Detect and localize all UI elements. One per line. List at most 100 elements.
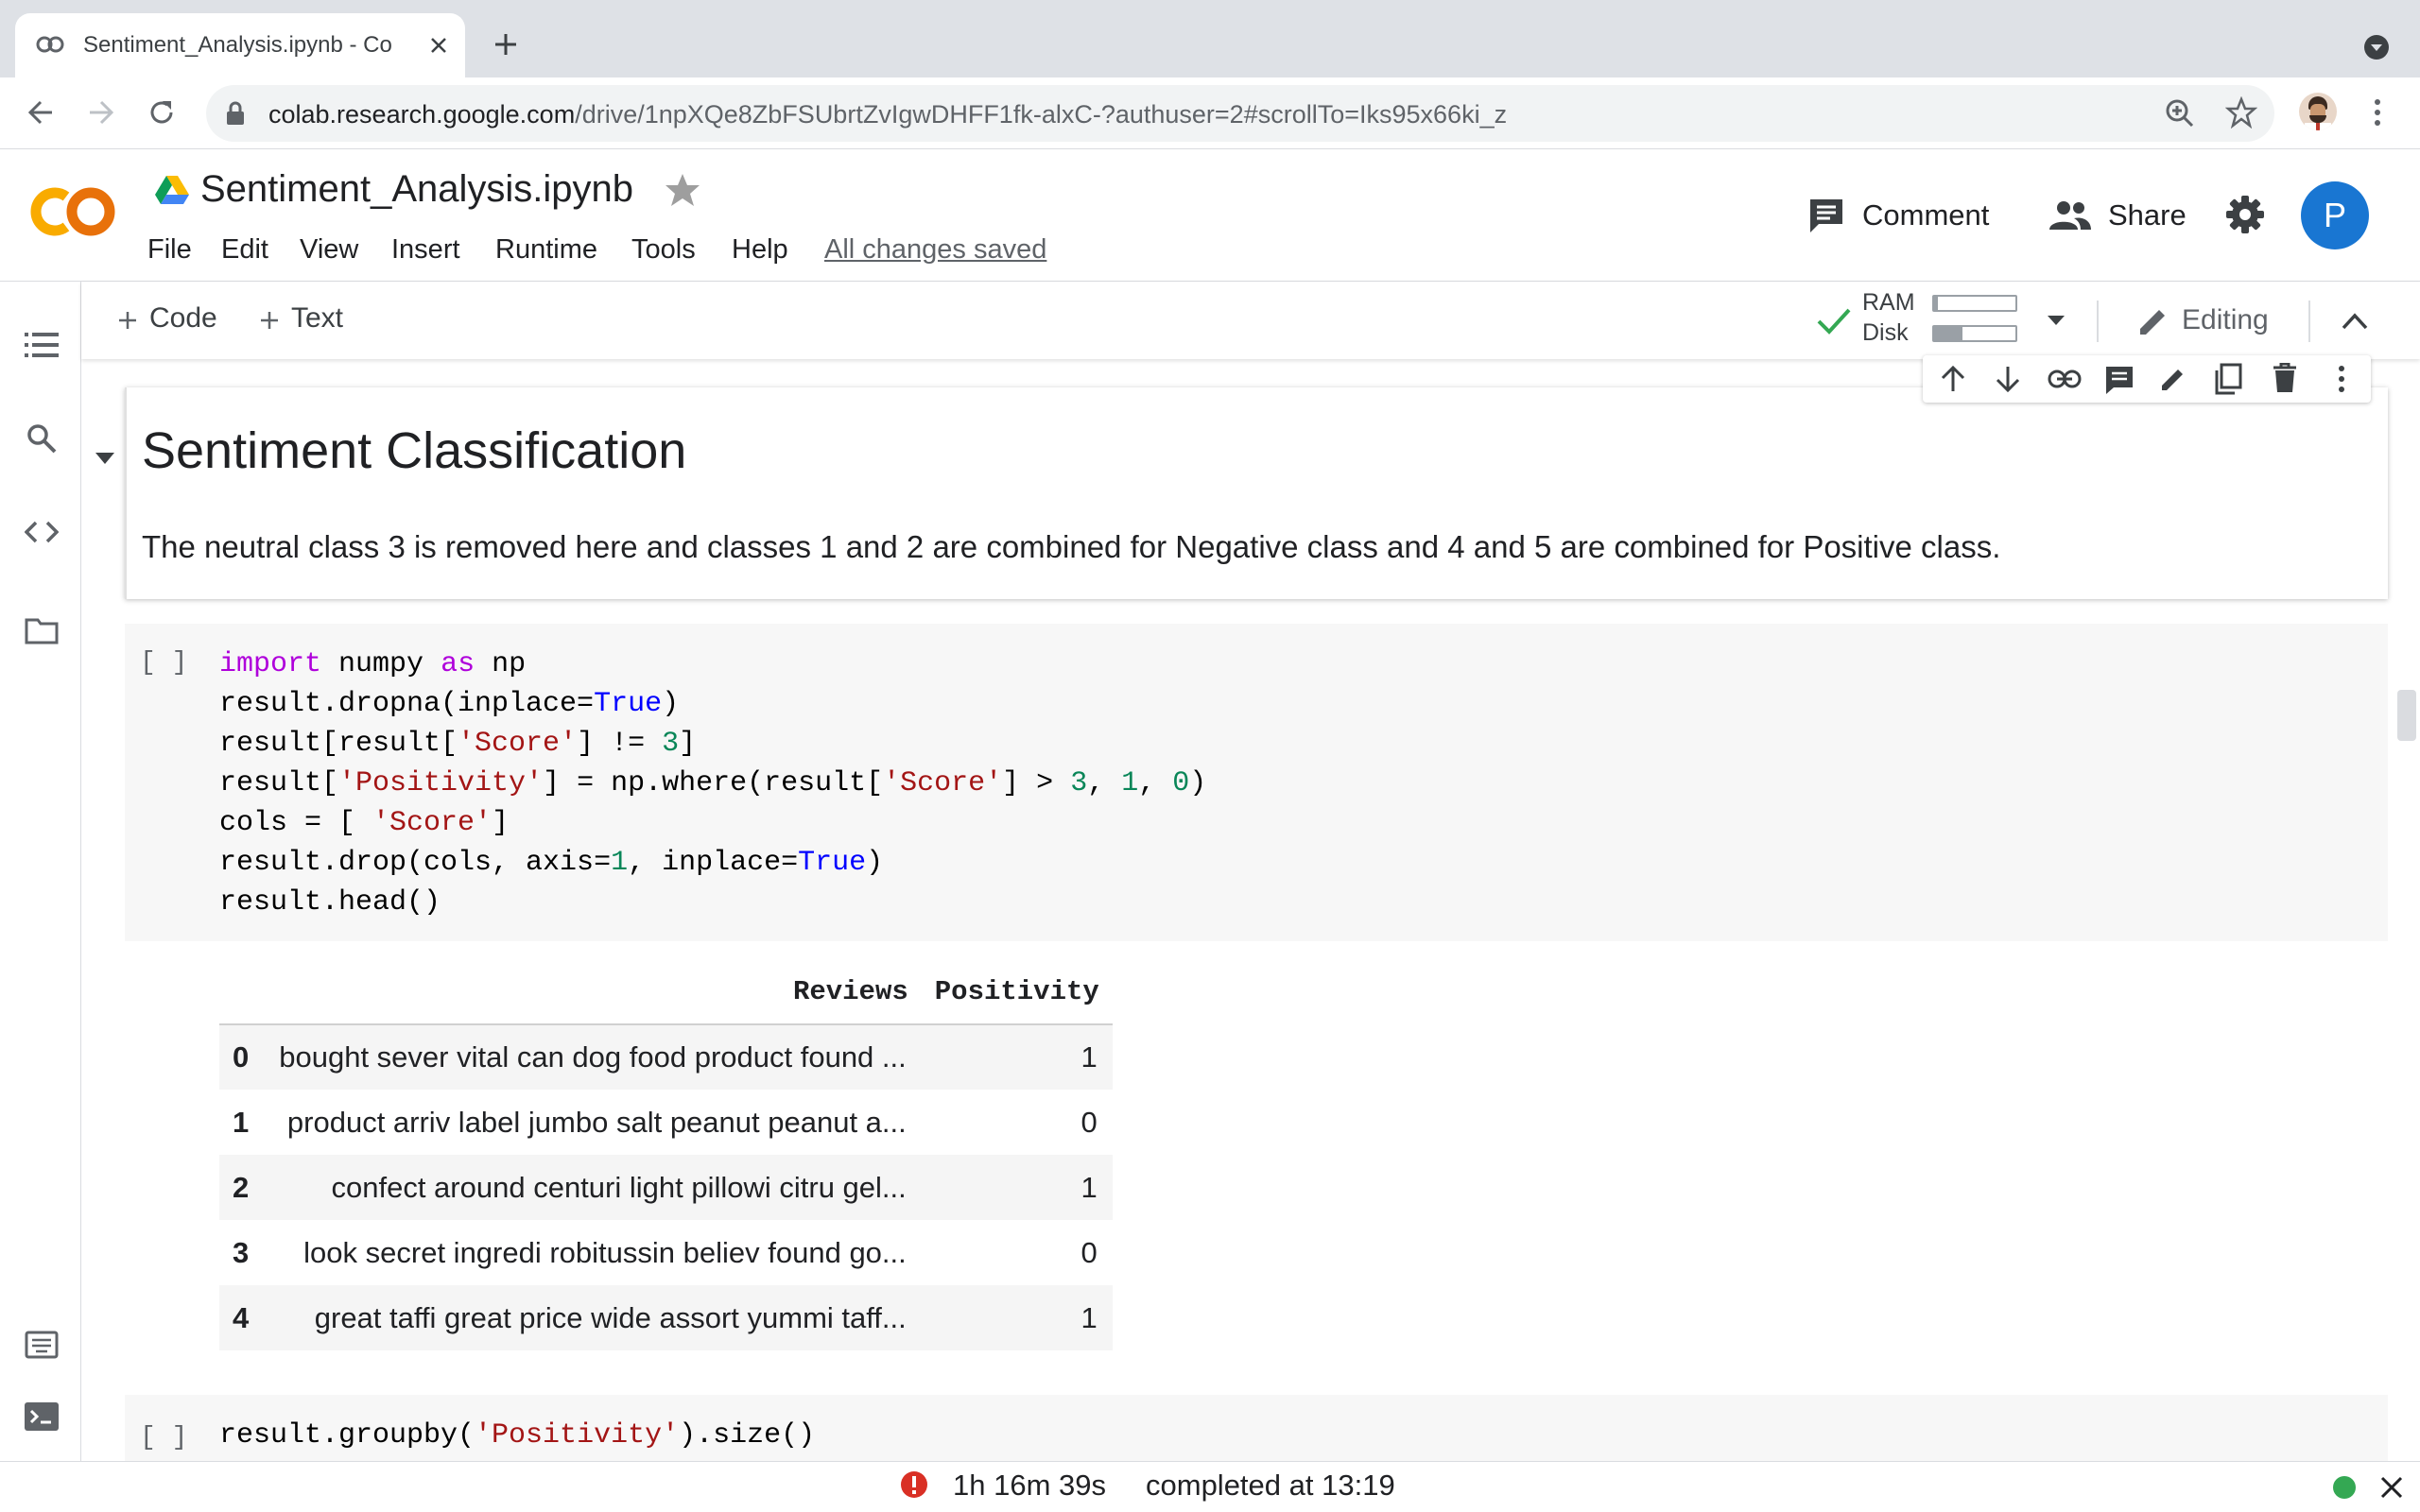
menu-help[interactable]: Help xyxy=(732,234,788,266)
review-cell: product arriv label jumbo salt peanut pe… xyxy=(286,1105,907,1139)
positivity-cell: 0 xyxy=(1080,1235,1098,1269)
url-host: colab.research.google.com xyxy=(268,100,576,129)
colab-logo[interactable] xyxy=(28,183,119,240)
command-palette-icon[interactable] xyxy=(25,1331,59,1359)
review-cell: confect around centuri light pillowi cit… xyxy=(264,1155,922,1220)
files-folder-icon[interactable] xyxy=(25,616,59,644)
ram-meter xyxy=(1932,295,2017,312)
run-cell-button[interactable]: [ ] xyxy=(140,648,187,678)
menu-tools[interactable]: Tools xyxy=(631,234,696,266)
reviews-header: Reviews xyxy=(264,960,922,1025)
bookmark-star-icon[interactable] xyxy=(2225,96,2257,129)
edit-cell-icon[interactable] xyxy=(2159,365,2187,393)
positivity-cell: 1 xyxy=(921,1155,1113,1220)
review-cell: great taffi great price wide assort yumm… xyxy=(264,1285,922,1350)
notebook-title[interactable]: Sentiment_Analysis.ipynb xyxy=(200,168,633,211)
connected-check-icon xyxy=(1817,308,1851,335)
mirror-cell-icon[interactable] xyxy=(2214,363,2242,395)
reload-icon[interactable] xyxy=(147,98,176,127)
disk-meter xyxy=(1932,325,2017,342)
disk-label: Disk xyxy=(1862,319,1909,346)
tab-title: Sentiment_Analysis.ipynb - Co xyxy=(83,32,392,58)
row-index: 2 xyxy=(219,1155,265,1220)
toolbar-divider xyxy=(2308,301,2310,342)
index-header xyxy=(219,960,265,1025)
row-index: 1 xyxy=(233,1105,250,1139)
table-header-row: Reviews Positivity xyxy=(219,960,1113,1025)
more-options-icon[interactable] xyxy=(2337,365,2346,393)
row-index: 4 xyxy=(219,1285,265,1350)
terminal-icon[interactable] xyxy=(25,1402,59,1431)
search-icon[interactable] xyxy=(26,423,57,454)
new-tab-icon[interactable] xyxy=(493,32,518,57)
menu-file[interactable]: File xyxy=(147,234,192,266)
menu-insert[interactable]: Insert xyxy=(391,234,460,266)
collapse-section-icon[interactable] xyxy=(95,452,115,465)
positivity-cell: 1 xyxy=(921,1024,1113,1090)
table-of-contents-icon[interactable] xyxy=(25,331,59,359)
add-text-label: Text xyxy=(291,302,344,334)
dropdown-arrow-icon[interactable] xyxy=(2046,314,2066,327)
row-index: 3 xyxy=(233,1235,250,1269)
close-status-icon[interactable] xyxy=(2380,1476,2403,1499)
editing-label: Editing xyxy=(2182,304,2269,335)
review-cell: look secret ingredi robitussin believ fo… xyxy=(303,1235,907,1269)
share-label: Share xyxy=(2108,198,2187,232)
menu-runtime[interactable]: Runtime xyxy=(495,234,597,266)
plus-icon xyxy=(119,312,136,329)
lock-icon[interactable] xyxy=(225,100,246,127)
table-row: 2 confect around centuri light pillowi c… xyxy=(219,1155,1113,1220)
text-cell[interactable] xyxy=(125,387,2388,599)
scrollbar-thumb[interactable] xyxy=(2397,690,2416,741)
add-code-label: Code xyxy=(149,302,217,334)
add-comment-icon[interactable] xyxy=(2104,365,2135,395)
delete-cell-icon[interactable] xyxy=(2273,363,2297,393)
save-status-link[interactable]: All changes saved xyxy=(824,234,1046,266)
menu-view[interactable]: View xyxy=(300,234,358,266)
section-description: The neutral class 3 is removed here and … xyxy=(142,529,2001,564)
plus-icon xyxy=(261,312,278,329)
table-row: 1 product arriv label jumbo salt peanut … xyxy=(219,1090,1113,1155)
collapse-chevron-up-icon[interactable] xyxy=(2341,310,2369,331)
url-text[interactable]: colab.research.google.com/drive/1npXQe8Z… xyxy=(268,100,1507,129)
positivity-cell: 1 xyxy=(921,1285,1113,1350)
table-row: 4 great taffi great price wide assort yu… xyxy=(219,1285,1113,1350)
colab-logo-icon xyxy=(30,187,115,236)
runtime-status-dot xyxy=(2333,1476,2356,1499)
row-index: 0 xyxy=(219,1024,265,1090)
dataframe-output: Reviews Positivity 0 bought sever vital … xyxy=(219,960,1113,1350)
review-cell: bought sever vital can dog food product … xyxy=(264,1024,922,1090)
code-snippets-icon[interactable] xyxy=(25,520,59,544)
cell-toolbar xyxy=(1923,355,2371,403)
browser-menu-icon[interactable] xyxy=(2371,98,2384,127)
error-icon xyxy=(901,1471,927,1498)
back-icon[interactable] xyxy=(26,98,55,127)
elapsed-time: 1h 16m 39s xyxy=(953,1469,1106,1502)
settings-gear-icon[interactable] xyxy=(2225,195,2265,234)
positivity-cell: 0 xyxy=(1080,1105,1098,1139)
move-cell-up-icon[interactable] xyxy=(1940,365,1966,393)
menu-edit[interactable]: Edit xyxy=(221,234,268,266)
table-row: 3 look secret ingredi robitussin believ … xyxy=(219,1220,1113,1285)
account-avatar[interactable]: P xyxy=(2301,181,2369,249)
run-cell-button[interactable]: [ ] xyxy=(140,1423,187,1452)
google-drive-icon xyxy=(155,176,189,204)
tab-search-icon[interactable] xyxy=(2363,34,2390,60)
toolbar-divider xyxy=(2097,301,2099,342)
close-tab-icon[interactable] xyxy=(429,36,448,55)
colab-favicon-icon xyxy=(36,36,64,53)
link-icon[interactable] xyxy=(2048,369,2082,389)
star-notebook-icon[interactable] xyxy=(664,172,701,208)
code-editor[interactable]: result.groupby('Positivity').size() xyxy=(219,1416,815,1455)
people-icon xyxy=(2049,201,2091,230)
code-editor[interactable]: import numpy as np result.dropna(inplace… xyxy=(219,644,1206,922)
resource-monitor[interactable]: RAM Disk xyxy=(1857,289,2065,350)
browser-tab[interactable]: Sentiment_Analysis.ipynb - Co xyxy=(15,13,465,79)
url-path: /drive/1npXQe8ZbFSUbrtZvIgwDHFF1fk-alxC-… xyxy=(575,100,1508,129)
move-cell-down-icon[interactable] xyxy=(1995,365,2021,393)
positivity-header: Positivity xyxy=(921,960,1113,1025)
forward-icon[interactable] xyxy=(87,98,115,127)
zoom-icon[interactable] xyxy=(2165,98,2195,129)
section-heading: Sentiment Classification xyxy=(142,422,687,479)
profile-avatar[interactable] xyxy=(2299,93,2337,130)
